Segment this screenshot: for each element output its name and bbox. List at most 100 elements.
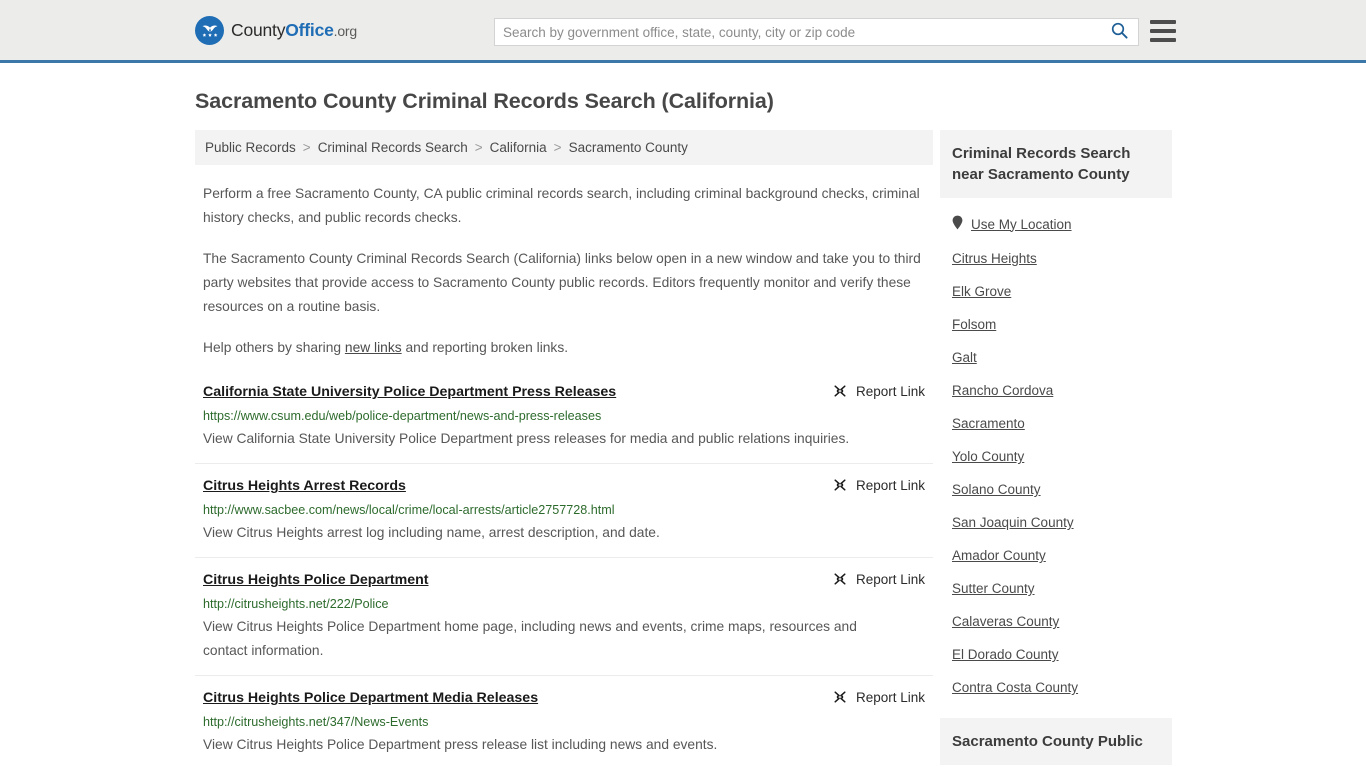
result-header: California State University Police Depar…	[203, 382, 925, 402]
sidebar-item-calaveras-county[interactable]: Calaveras County	[940, 605, 1172, 638]
result-header: Citrus Heights Arrest Records Report Lin…	[203, 476, 925, 496]
page-container: Sacramento County Criminal Records Searc…	[0, 89, 1366, 768]
report-link-button[interactable]: Report Link	[832, 382, 925, 399]
breadcrumb-separator: >	[474, 140, 483, 155]
sidebar-item-label: Citrus Heights	[952, 251, 1037, 266]
breadcrumb-separator: >	[302, 140, 311, 155]
report-link-button[interactable]: Report Link	[832, 570, 925, 587]
result-title-link[interactable]: Citrus Heights Arrest Records	[203, 476, 406, 496]
result-url: http://www.sacbee.com/news/local/crime/l…	[203, 503, 615, 517]
result-url: https://www.csum.edu/web/police-departme…	[203, 409, 602, 423]
sidebar-item-solano-county[interactable]: Solano County	[940, 473, 1172, 506]
map-pin-icon	[952, 215, 963, 233]
report-link-label: Report Link	[855, 689, 925, 705]
sidebar-item-label: El Dorado County	[952, 647, 1059, 662]
sidebar-box-title-public: Sacramento County Public	[940, 718, 1172, 765]
sidebar-item-citrus-heights[interactable]: Citrus Heights	[940, 242, 1172, 275]
sidebar-item-contra-costa-county[interactable]: Contra Costa County	[940, 671, 1172, 704]
report-link-label: Report Link	[855, 477, 925, 493]
sidebar-item-label: Sutter County	[952, 581, 1035, 596]
intro-text: Perform a free Sacramento County, CA pub…	[195, 182, 933, 360]
result-description: View Citrus Heights Police Department ho…	[203, 619, 857, 658]
hamburger-bar	[1150, 20, 1176, 24]
hamburger-bar	[1150, 29, 1176, 33]
sidebar-item-rancho-cordova[interactable]: Rancho Cordova	[940, 374, 1172, 407]
sidebar-item-label: San Joaquin County	[952, 515, 1074, 530]
search-input[interactable]	[495, 19, 1107, 45]
sidebar-item-label: Folsom	[952, 317, 997, 332]
breadcrumb-item-sacramento-county[interactable]: Sacramento County	[569, 140, 688, 155]
results-list: California State University Police Depar…	[195, 382, 933, 768]
sidebar-item-label: Calaveras County	[952, 614, 1060, 629]
intro-p3-before: Help others by sharing	[203, 340, 345, 355]
sidebar-item-galt[interactable]: Galt	[940, 341, 1172, 374]
report-link-label: Report Link	[855, 383, 925, 399]
breadcrumb: Public Records > Criminal Records Search…	[195, 130, 933, 165]
result-item: Citrus Heights Police Department Media R…	[195, 688, 933, 768]
sidebar-item-label: Solano County	[952, 482, 1041, 497]
search-icon	[1111, 22, 1128, 42]
sidebar-item-sutter-county[interactable]: Sutter County	[940, 572, 1172, 605]
breadcrumb-item-public-records[interactable]: Public Records	[205, 140, 296, 155]
intro-paragraph-2: The Sacramento County Criminal Records S…	[203, 251, 921, 314]
result-description: View California State University Police …	[203, 431, 850, 446]
sidebar-item-label: Rancho Cordova	[952, 383, 1054, 398]
sidebar: Criminal Records Search near Sacramento …	[940, 130, 1172, 765]
sidebar-item-yolo-county[interactable]: Yolo County	[940, 440, 1172, 473]
sidebar-item-sacramento[interactable]: Sacramento	[940, 407, 1172, 440]
sidebar-item-label: Elk Grove	[952, 284, 1012, 299]
result-url: http://citrusheights.net/347/News-Events	[203, 715, 429, 729]
breadcrumb-item-california[interactable]: California	[490, 140, 547, 155]
site-header: CountyOffice.org	[0, 0, 1366, 63]
result-title-link[interactable]: Citrus Heights Police Department	[203, 570, 428, 590]
page-title: Sacramento County Criminal Records Searc…	[195, 89, 774, 113]
sidebar-item-label: Galt	[952, 350, 977, 365]
report-link-button[interactable]: Report Link	[832, 688, 925, 705]
result-item: California State University Police Depar…	[195, 382, 933, 464]
breadcrumb-separator: >	[553, 140, 562, 155]
result-description: View Citrus Heights arrest log including…	[203, 525, 660, 540]
main-content: Public Records > Criminal Records Search…	[195, 130, 933, 768]
broken-link-icon	[832, 383, 848, 399]
sidebar-item-label: Use My Location	[971, 216, 1072, 232]
result-header: Citrus Heights Police Department Media R…	[203, 688, 925, 708]
result-url: http://citrusheights.net/222/Police	[203, 597, 389, 611]
broken-link-icon	[832, 477, 848, 493]
sidebar-item-amador-county[interactable]: Amador County	[940, 539, 1172, 572]
sidebar-item-el-dorado-county[interactable]: El Dorado County	[940, 638, 1172, 671]
eagle-stars-emblem-icon	[195, 15, 224, 45]
sidebar-box-title-nearby: Criminal Records Search near Sacramento …	[940, 130, 1172, 198]
intro-paragraph-1: Perform a free Sacramento County, CA pub…	[203, 186, 920, 225]
result-header: Citrus Heights Police Department Report …	[203, 570, 925, 590]
broken-link-icon	[832, 571, 848, 587]
logo-text-office: Office	[285, 19, 334, 40]
report-link-label: Report Link	[855, 571, 925, 587]
sidebar-item-folsom[interactable]: Folsom	[940, 308, 1172, 341]
logo-wordmark: CountyOffice.org	[231, 20, 357, 41]
hamburger-menu-icon[interactable]	[1150, 20, 1176, 42]
logo-text-org: .org	[333, 22, 358, 39]
sidebar-item-label: Contra Costa County	[952, 680, 1079, 695]
search-button[interactable]	[1107, 22, 1138, 42]
intro-paragraph-3: Help others by sharing new links and rep…	[195, 336, 933, 360]
logo-text-county: County	[231, 19, 286, 40]
intro-p3-after: and reporting broken links.	[401, 340, 569, 355]
sidebar-link-list: Use My Location Citrus Heights Elk Grove…	[940, 198, 1172, 704]
result-title-link[interactable]: California State University Police Depar…	[203, 382, 616, 402]
result-item: Citrus Heights Arrest Records Report Lin…	[195, 476, 933, 558]
result-title-link[interactable]: Citrus Heights Police Department Media R…	[203, 688, 538, 708]
report-link-button[interactable]: Report Link	[832, 476, 925, 493]
hamburger-bar	[1150, 38, 1176, 42]
sidebar-item-label: Yolo County	[952, 449, 1025, 464]
search-bar	[494, 18, 1139, 46]
sidebar-item-use-my-location[interactable]: Use My Location	[940, 206, 1172, 242]
content-layout: Public Records > Criminal Records Search…	[195, 130, 1172, 768]
broken-link-icon	[832, 689, 848, 705]
sidebar-item-san-joaquin-county[interactable]: San Joaquin County	[940, 506, 1172, 539]
breadcrumb-item-criminal-records-search[interactable]: Criminal Records Search	[318, 140, 468, 155]
sidebar-item-elk-grove[interactable]: Elk Grove	[940, 275, 1172, 308]
result-description: View Citrus Heights Police Department pr…	[203, 737, 718, 752]
site-logo[interactable]: CountyOffice.org	[195, 15, 357, 45]
new-links-link[interactable]: new links	[345, 340, 402, 355]
sidebar-item-label: Amador County	[952, 548, 1046, 563]
